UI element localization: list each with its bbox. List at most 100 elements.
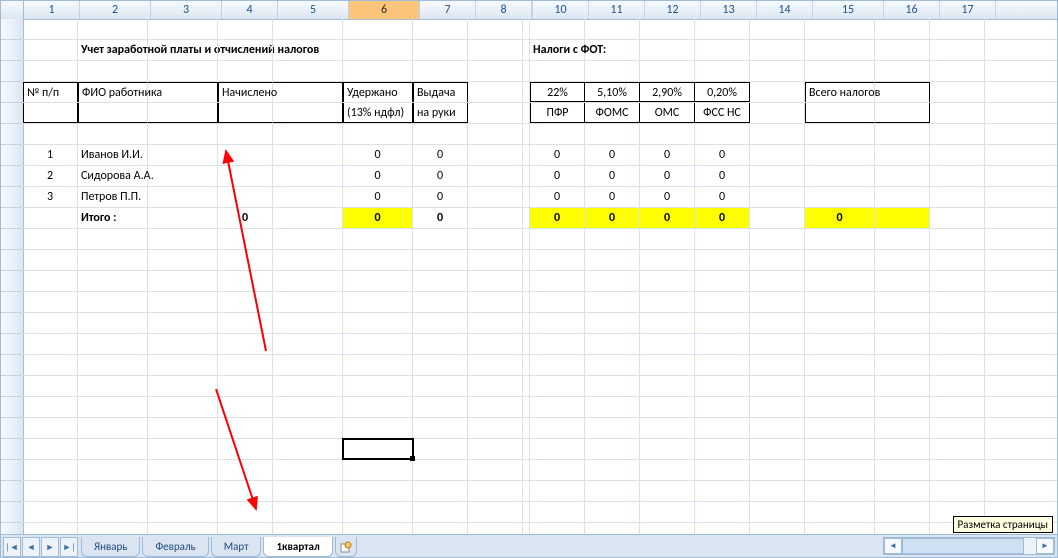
cell[interactable] <box>530 460 585 480</box>
cell[interactable] <box>468 40 523 60</box>
cell[interactable]: Налоги с ФОТ: <box>530 40 585 60</box>
cell[interactable] <box>23 334 78 354</box>
row-header-18[interactable] <box>1 376 23 397</box>
cell[interactable] <box>343 271 413 291</box>
cell[interactable] <box>530 271 585 291</box>
cell[interactable] <box>805 460 875 480</box>
cell[interactable] <box>805 124 875 144</box>
cell[interactable] <box>640 124 695 144</box>
cell[interactable] <box>468 460 523 480</box>
cell[interactable] <box>413 271 468 291</box>
cell[interactable] <box>585 355 640 375</box>
row-header-1[interactable] <box>1 19 23 40</box>
scroll-left-button[interactable]: ◄ <box>884 538 902 554</box>
col-header-8[interactable]: 8 <box>476 1 532 19</box>
cell[interactable] <box>523 460 530 480</box>
cell[interactable]: Петров П.П. <box>78 187 148 207</box>
cell[interactable] <box>640 61 695 81</box>
cell[interactable] <box>343 61 413 81</box>
cell[interactable] <box>413 40 468 60</box>
cell[interactable]: 0 <box>585 208 640 228</box>
sheet-tab-Январь[interactable]: Январь <box>81 537 140 557</box>
cell[interactable]: № п/п <box>23 82 78 102</box>
sheet-tab-Февраль[interactable]: Февраль <box>142 537 208 557</box>
cell[interactable] <box>23 271 78 291</box>
row-header-5[interactable] <box>1 103 23 124</box>
cell[interactable] <box>343 313 413 333</box>
cell[interactable] <box>23 250 78 270</box>
scroll-track[interactable] <box>902 538 1036 554</box>
cell[interactable]: ФСС НС <box>695 103 750 123</box>
cell[interactable] <box>148 313 218 333</box>
cell[interactable] <box>468 376 523 396</box>
cell[interactable] <box>218 40 273 60</box>
cell[interactable] <box>78 19 148 39</box>
cell[interactable] <box>23 397 78 417</box>
cell[interactable] <box>530 313 585 333</box>
row-header-14[interactable] <box>1 292 23 313</box>
cell[interactable]: 0 <box>530 187 585 207</box>
cell[interactable]: 2 <box>23 166 78 186</box>
cell[interactable] <box>530 19 585 39</box>
cell[interactable] <box>875 376 930 396</box>
cell[interactable] <box>930 208 985 228</box>
cell[interactable] <box>23 460 78 480</box>
col-header-3[interactable]: 3 <box>151 1 222 19</box>
cell[interactable] <box>695 439 750 459</box>
cell[interactable] <box>523 166 530 186</box>
cell[interactable] <box>148 418 218 438</box>
cell[interactable] <box>695 229 750 249</box>
cell[interactable] <box>930 481 985 501</box>
cell[interactable] <box>78 502 148 522</box>
cell[interactable] <box>750 439 805 459</box>
cell[interactable] <box>273 19 343 39</box>
cell[interactable] <box>640 502 695 522</box>
cell[interactable] <box>805 355 875 375</box>
cell[interactable] <box>148 481 218 501</box>
cell[interactable] <box>930 460 985 480</box>
cell[interactable] <box>148 439 218 459</box>
cell[interactable] <box>530 124 585 144</box>
cell[interactable] <box>805 481 875 501</box>
cell[interactable] <box>23 103 78 123</box>
cell[interactable] <box>805 502 875 522</box>
cell[interactable] <box>468 271 523 291</box>
cell[interactable]: 0 <box>343 145 413 165</box>
cell[interactable] <box>875 418 930 438</box>
cell[interactable]: 0 <box>640 166 695 186</box>
cell[interactable] <box>273 292 343 312</box>
cell[interactable] <box>930 145 985 165</box>
cell[interactable]: 0 <box>585 187 640 207</box>
cell[interactable] <box>805 40 875 60</box>
cell[interactable] <box>523 313 530 333</box>
cell[interactable] <box>530 355 585 375</box>
cell[interactable] <box>413 376 468 396</box>
cell[interactable] <box>218 124 273 144</box>
cell[interactable] <box>218 145 273 165</box>
cell[interactable] <box>78 292 148 312</box>
row-header-7[interactable] <box>1 145 23 166</box>
cell[interactable] <box>273 397 343 417</box>
cell[interactable] <box>468 502 523 522</box>
cell[interactable] <box>530 229 585 249</box>
cell[interactable] <box>875 292 930 312</box>
sheet-tab-Март[interactable]: Март <box>211 537 262 557</box>
cell[interactable] <box>695 313 750 333</box>
cell[interactable] <box>530 502 585 522</box>
cell[interactable] <box>875 481 930 501</box>
cell[interactable] <box>640 397 695 417</box>
row-header-20[interactable] <box>1 418 23 439</box>
cell[interactable] <box>750 19 805 39</box>
col-header-10[interactable]: 10 <box>533 1 589 19</box>
cell[interactable] <box>148 61 218 81</box>
cell[interactable] <box>805 439 875 459</box>
cell[interactable] <box>148 208 218 228</box>
cell[interactable] <box>750 355 805 375</box>
cell[interactable] <box>413 61 468 81</box>
cell[interactable] <box>695 19 750 39</box>
cell[interactable] <box>23 61 78 81</box>
cell[interactable] <box>585 418 640 438</box>
cell[interactable]: 0 <box>695 166 750 186</box>
cell[interactable] <box>523 397 530 417</box>
cell[interactable] <box>218 376 273 396</box>
